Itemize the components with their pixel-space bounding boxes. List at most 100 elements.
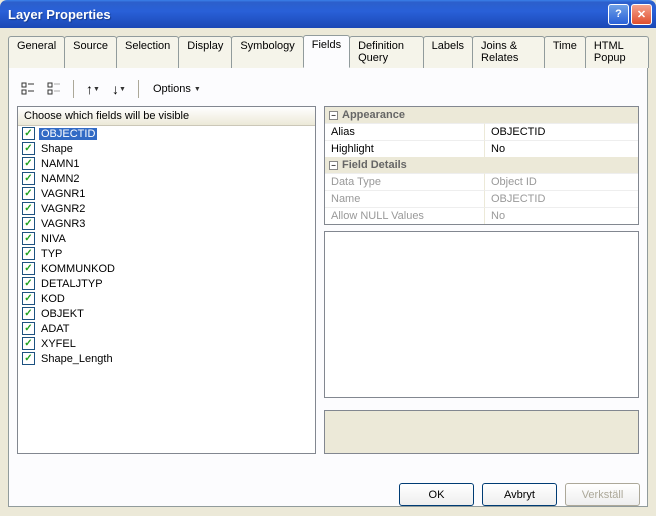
help-button[interactable]: ?: [608, 4, 629, 25]
cancel-button[interactable]: Avbryt: [482, 483, 557, 506]
tab-joins-relates[interactable]: Joins & Relates: [472, 36, 545, 68]
options-label: Options: [153, 83, 191, 95]
chevron-down-icon: ▼: [93, 86, 100, 93]
field-item[interactable]: ✓ KOMMUNKOD: [18, 261, 315, 276]
tab-labels[interactable]: Labels: [423, 36, 473, 68]
titlebar-buttons: ? ✕: [608, 4, 652, 25]
checkbox[interactable]: ✓: [22, 232, 35, 245]
tab-source[interactable]: Source: [64, 36, 117, 68]
list-check-icon: [21, 82, 35, 96]
field-item[interactable]: ✓ NIVA: [18, 231, 315, 246]
tab-time[interactable]: Time: [544, 36, 586, 68]
options-menu[interactable]: Options▼: [147, 81, 207, 97]
separator: [138, 80, 139, 98]
prop-value[interactable]: No: [485, 140, 638, 157]
field-item[interactable]: ✓ VAGNR3: [18, 216, 315, 231]
tab-fields[interactable]: Fields: [303, 35, 350, 68]
checkbox[interactable]: ✓: [22, 307, 35, 320]
fields-panel: ↑▼ ↓▼ Options▼ Choose which fields will …: [8, 67, 648, 507]
field-item[interactable]: ✓ DETALJTYP: [18, 276, 315, 291]
field-item[interactable]: ✓XYFEL: [18, 336, 315, 351]
close-button[interactable]: ✕: [631, 4, 652, 25]
prop-alias[interactable]: Alias OBJECTID: [325, 123, 638, 140]
apply-button: Verkställ: [565, 483, 640, 506]
checkbox[interactable]: ✓: [22, 217, 35, 230]
fields-list-header: Choose which fields will be visible: [18, 107, 315, 126]
field-item[interactable]: ✓TYP: [18, 246, 315, 261]
tab-html-popup[interactable]: HTML Popup: [585, 36, 649, 68]
checkbox[interactable]: ✓: [22, 157, 35, 170]
prop-value: OBJECTID: [485, 190, 638, 207]
prop-value: Object ID: [485, 173, 638, 190]
checkbox[interactable]: ✓: [22, 127, 35, 140]
property-grid-empty: [324, 231, 639, 398]
checkbox[interactable]: ✓: [22, 337, 35, 350]
arrow-down-icon: ↓: [112, 81, 119, 97]
checkbox[interactable]: ✓: [22, 262, 35, 275]
tab-row: General Source Selection Display Symbolo…: [0, 28, 656, 68]
field-label: VAGNR3: [39, 218, 87, 230]
collapse-icon[interactable]: −: [329, 111, 338, 120]
tab-display[interactable]: Display: [178, 36, 232, 68]
ok-button[interactable]: OK: [399, 483, 474, 506]
field-item[interactable]: ✓ KOD: [18, 291, 315, 306]
field-item[interactable]: ✓ OBJEKT: [18, 306, 315, 321]
titlebar: Layer Properties ? ✕: [0, 0, 656, 28]
prop-value[interactable]: OBJECTID: [485, 123, 638, 140]
checkbox[interactable]: ✓: [22, 277, 35, 290]
field-label: OBJEKT: [39, 308, 86, 320]
fields-list[interactable]: ✓OBJECTID✓Shape✓NAMN1✓NAMN2✓VAGNR1✓VAGNR…: [18, 126, 315, 453]
prop-name: Name: [325, 190, 485, 207]
category-appearance: − Appearance: [325, 107, 638, 123]
tab-general[interactable]: General: [8, 36, 65, 68]
checkbox[interactable]: ✓: [22, 202, 35, 215]
clear-all-button[interactable]: [43, 78, 65, 100]
field-label: VAGNR1: [39, 188, 87, 200]
field-item[interactable]: ✓ VAGNR2: [18, 201, 315, 216]
category-label: Field Details: [342, 159, 407, 171]
field-label: Shape: [39, 143, 75, 155]
tab-selection[interactable]: Selection: [116, 36, 179, 68]
tab-symbology[interactable]: Symbology: [231, 36, 303, 68]
close-icon: ✕: [637, 8, 646, 21]
fields-list-panel: Choose which fields will be visible ✓ OBJ…: [17, 106, 316, 454]
field-label: ADAT: [39, 323, 72, 335]
prop-highlight[interactable]: Highlight No: [325, 140, 638, 157]
field-label: KOD: [39, 293, 67, 305]
separator: [73, 80, 74, 98]
tab-definition-query[interactable]: Definition Query: [349, 36, 424, 68]
move-up-button[interactable]: ↑▼: [82, 78, 104, 100]
checkbox[interactable]: ✓: [22, 247, 35, 260]
select-all-button[interactable]: [17, 78, 39, 100]
field-label: VAGNR2: [39, 203, 87, 215]
prop-name: Allow NULL Values: [325, 207, 485, 224]
field-label: KOMMUNKOD: [39, 263, 117, 275]
field-item[interactable]: ✓NAMN1: [18, 156, 315, 171]
field-label: DETALJTYP: [39, 278, 105, 290]
field-label: Shape_Length: [39, 353, 115, 365]
property-grid: − Appearance Alias OBJECTID Highlight No…: [324, 106, 639, 225]
prop-name: Data Type: [325, 173, 485, 190]
checkbox[interactable]: ✓: [22, 187, 35, 200]
collapse-icon[interactable]: −: [329, 161, 338, 170]
checkbox[interactable]: ✓: [22, 322, 35, 335]
chevron-down-icon: ▼: [194, 86, 201, 93]
window-title: Layer Properties: [8, 7, 608, 22]
field-item[interactable]: ✓ VAGNR1: [18, 186, 315, 201]
field-item[interactable]: ✓ Shape: [18, 141, 315, 156]
prop-data-type: Data Type Object ID: [325, 173, 638, 190]
checkbox[interactable]: ✓: [22, 292, 35, 305]
checkbox[interactable]: ✓: [22, 172, 35, 185]
field-item[interactable]: ✓ ADAT: [18, 321, 315, 336]
field-label: NIVA: [39, 233, 68, 245]
checkbox[interactable]: ✓: [22, 352, 35, 365]
checkbox[interactable]: ✓: [22, 142, 35, 155]
move-down-button[interactable]: ↓▼: [108, 78, 130, 100]
field-item[interactable]: ✓ Shape_Length: [18, 351, 315, 366]
field-item[interactable]: ✓NAMN2: [18, 171, 315, 186]
field-label: OBJECTID: [39, 128, 97, 140]
field-item[interactable]: ✓ OBJECTID: [18, 126, 315, 141]
arrow-up-icon: ↑: [86, 81, 93, 97]
prop-name: Alias: [325, 123, 485, 140]
list-uncheck-icon: [47, 82, 61, 96]
